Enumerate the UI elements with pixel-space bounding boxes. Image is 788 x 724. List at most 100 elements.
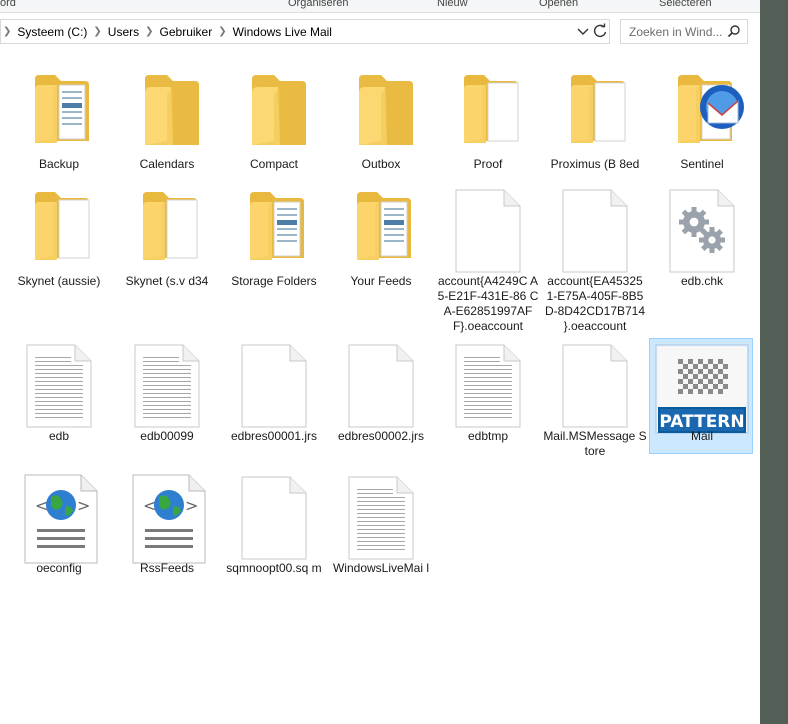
ribbon-label-nieuw: Nieuw [437, 0, 468, 9]
file-icon [543, 184, 647, 280]
file-item[interactable]: edbtmp [435, 338, 539, 456]
file-name-label: Mail [690, 429, 713, 443]
file-item[interactable]: PATTERN Mail [649, 338, 753, 454]
ribbon-label-ord: ord [0, 0, 16, 9]
file-name-label: RssFeeds [139, 561, 195, 575]
breadcrumb-users[interactable]: Users [108, 25, 139, 39]
file-item[interactable]: sqmnoopt00.sq m [221, 470, 325, 588]
text-file-icon [329, 471, 433, 567]
file-item[interactable]: Sentinel [649, 66, 753, 184]
xml-globe-icon: < > [7, 471, 111, 567]
file-name-label: sqmnoopt00.sq m [226, 561, 322, 575]
text-file-icon [7, 339, 111, 435]
ribbon-label-organiseren: Organiseren [288, 0, 349, 9]
chevron-right-icon[interactable]: ❯ [93, 26, 101, 37]
file-item[interactable]: Storage Folders [221, 183, 325, 301]
file-name-label: Skynet (s.v d34 [125, 274, 209, 288]
file-item[interactable]: Skynet (s.v d34 [114, 183, 218, 301]
file-name-label: oeconfig [36, 561, 82, 575]
file-item[interactable]: edb.chk [649, 183, 753, 301]
file-icon [436, 184, 540, 280]
file-name-label: edbtmp [467, 429, 509, 443]
ribbon-label-openen: Openen [539, 0, 579, 9]
file-item[interactable]: WindowsLiveMai l [328, 470, 432, 588]
file-item[interactable]: Outbox [328, 66, 432, 184]
file-item[interactable]: account{A4249C A5-E21F-431E-86 CA-E62851… [435, 183, 540, 333]
file-name-label: account{A4249C A5-E21F-431E-86 CA-E62851… [437, 274, 539, 333]
folder-icon [115, 67, 219, 163]
file-name-label: Skynet (aussie) [17, 274, 101, 288]
folder-icon [115, 184, 219, 280]
file-item[interactable]: Skynet (aussie) [6, 183, 110, 301]
folder-icon [222, 67, 326, 163]
file-name-label: edbres00002.jrs [337, 429, 425, 443]
file-item[interactable]: edbres00001.jrs [221, 338, 325, 456]
file-name-label: WindowsLiveMai l [332, 561, 430, 575]
chevron-down-icon[interactable] [575, 23, 591, 39]
svg-text:>: > [185, 496, 198, 515]
file-item[interactable]: edbres00002.jrs [328, 338, 432, 456]
thunderbird-folder-icon [650, 67, 754, 163]
file-icon [543, 339, 647, 435]
file-item[interactable]: Backup [6, 66, 110, 184]
folder-icon [222, 184, 326, 280]
folder-icon [436, 67, 540, 163]
navigation-bar: ❯ Systeem (C:) ❯ Users ❯ Gebruiker ❯ Win… [0, 16, 760, 49]
chevron-right-icon[interactable]: ❯ [3, 26, 11, 37]
file-item[interactable]: account{EA45325 1-E75A-405F-8B5 D-8D42CD… [542, 183, 647, 333]
file-item[interactable]: Proximus (B 8ed [542, 66, 646, 184]
pattern-image-icon: PATTERN [650, 341, 754, 437]
breadcrumb-windows-live-mail[interactable]: Windows Live Mail [233, 25, 332, 39]
file-name-label: Compact [249, 157, 299, 171]
xml-globe-icon: < > [115, 471, 219, 567]
file-name-label: Outbox [361, 157, 401, 171]
file-icon [222, 339, 326, 435]
chevron-right-icon[interactable]: ❯ [218, 26, 226, 37]
file-name-label: Proof [473, 157, 503, 171]
file-name-label: Storage Folders [231, 274, 317, 288]
file-item[interactable]: edb00099 [114, 338, 218, 456]
file-item[interactable]: Compact [221, 66, 325, 184]
config-file-icon [650, 184, 754, 280]
file-name-label: Calendars [139, 157, 195, 171]
svg-text:>: > [77, 496, 90, 515]
breadcrumb: ❯ Systeem (C:) ❯ Users ❯ Gebruiker ❯ Win… [1, 20, 332, 43]
ribbon-group-labels: ord Organiseren Nieuw Openen Selecteren [0, 0, 760, 13]
file-name-label: edb [48, 429, 70, 443]
file-item[interactable]: Mail.MSMessage Store [542, 338, 647, 458]
file-name-label: Backup [38, 157, 80, 171]
file-item[interactable]: < > oeconfig [6, 470, 110, 588]
folder-icon [329, 67, 433, 163]
file-name-label: edb00099 [140, 429, 194, 443]
search-icon[interactable] [727, 24, 741, 38]
folder-icon [543, 67, 647, 163]
refresh-icon[interactable] [591, 22, 609, 40]
folder-icon [7, 184, 111, 280]
file-name-label: account{EA45325 1-E75A-405F-8B5 D-8D42CD… [544, 274, 646, 333]
file-item[interactable]: Your Feeds [328, 183, 432, 301]
file-name-label: edbres00001.jrs [230, 429, 318, 443]
file-name-label: Proximus (B 8ed [550, 157, 640, 171]
file-item[interactable]: < > RssFeeds [114, 470, 218, 588]
ribbon-label-selecteren: Selecteren [659, 0, 712, 9]
folder-icon [7, 67, 111, 163]
file-item[interactable]: Proof [435, 66, 539, 184]
text-file-icon [436, 339, 540, 435]
search-input[interactable]: Zoeken in Wind... [629, 25, 722, 39]
folder-icon [329, 184, 433, 280]
chevron-right-icon[interactable]: ❯ [145, 26, 153, 37]
breadcrumb-gebruiker[interactable]: Gebruiker [160, 25, 213, 39]
text-file-icon [115, 339, 219, 435]
address-bar[interactable]: ❯ Systeem (C:) ❯ Users ❯ Gebruiker ❯ Win… [0, 19, 610, 44]
file-name-label: Your Feeds [350, 274, 412, 288]
file-name-label: Mail.MSMessage Store [543, 429, 647, 458]
file-name-label: Sentinel [680, 157, 724, 171]
breadcrumb-systeem[interactable]: Systeem (C:) [17, 25, 87, 39]
file-icon [329, 339, 433, 435]
file-item[interactable]: Calendars [114, 66, 218, 184]
file-name-label: edb.chk [680, 274, 724, 288]
background-window-edge [760, 0, 788, 724]
file-item[interactable]: edb [6, 338, 110, 456]
file-icon [222, 471, 326, 567]
search-box[interactable]: Zoeken in Wind... [620, 19, 748, 44]
